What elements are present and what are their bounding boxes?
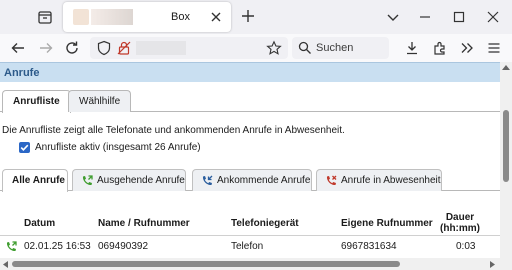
search-input: Suchen bbox=[316, 42, 354, 54]
table-row[interactable]: 02.01.25 16:53 069490392 Telefon 6967831… bbox=[0, 237, 500, 257]
close-icon[interactable] bbox=[208, 9, 224, 25]
minimize-icon[interactable] bbox=[418, 10, 432, 24]
tab-alle-anrufe[interactable]: Alle Anrufe bbox=[2, 169, 68, 192]
cell-datum: 02.01.25 16:53 bbox=[24, 241, 91, 252]
tab-label: Ankommende Anrufe bbox=[217, 175, 311, 186]
scroll-left-arrow-icon[interactable] bbox=[2, 261, 8, 268]
new-tab-icon[interactable] bbox=[240, 8, 256, 24]
scroll-up-arrow-icon[interactable] bbox=[502, 64, 510, 70]
browser-tabstrip: Box bbox=[0, 0, 512, 34]
horizontal-scroll-thumb[interactable] bbox=[12, 261, 400, 267]
scroll-right-arrow-icon[interactable] bbox=[490, 261, 496, 268]
maximize-icon[interactable] bbox=[452, 10, 466, 24]
table-header: Datum Name / Rufnummer Telefoniegerät Ei… bbox=[0, 212, 500, 236]
forward-icon[interactable] bbox=[38, 40, 54, 56]
browser-tab-active[interactable]: Box bbox=[63, 2, 231, 32]
incoming-call-icon bbox=[200, 174, 214, 188]
tab-label: Alle Anrufe bbox=[12, 175, 65, 186]
extensions-icon[interactable] bbox=[432, 40, 448, 56]
overflow-chevrons-icon[interactable] bbox=[459, 40, 475, 56]
search-box[interactable]: Suchen bbox=[292, 37, 389, 59]
section-header: Anrufe bbox=[0, 62, 500, 82]
page-title: Anrufe bbox=[4, 67, 40, 79]
tab-title: Box bbox=[171, 11, 190, 23]
bookmark-star-icon[interactable] bbox=[266, 40, 282, 56]
call-filter-tabs: Alle Anrufe Ausgehende Anrufe Ankommende… bbox=[0, 169, 500, 192]
dauer-header-line1: Dauer bbox=[445, 212, 475, 223]
chevron-down-icon[interactable] bbox=[386, 10, 400, 24]
dauer-header-line2: (hh:mm) bbox=[440, 223, 480, 234]
cell-dauer: 0:03 bbox=[456, 241, 476, 252]
window-close-icon[interactable] bbox=[486, 10, 500, 24]
tab-ausgehende-anrufe[interactable]: Ausgehende Anrufe bbox=[72, 169, 186, 191]
favicon-icon bbox=[73, 9, 89, 25]
scrollbar-corner bbox=[500, 258, 512, 270]
insecure-lock-icon[interactable] bbox=[116, 40, 132, 56]
function-tabs: Anrufliste Wählhilfe bbox=[0, 90, 500, 113]
back-icon[interactable] bbox=[10, 40, 26, 56]
cell-eigene-rufnummer: 6967831634 bbox=[341, 241, 397, 252]
vertical-scroll-thumb[interactable] bbox=[503, 110, 509, 182]
tab-label: Ausgehende Anrufe bbox=[97, 175, 185, 186]
vertical-scrollbar[interactable] bbox=[500, 62, 512, 258]
missed-call-icon bbox=[324, 174, 338, 188]
description-text: Die Anrufliste zeigt alle Telefonate und… bbox=[2, 125, 345, 136]
tab-anrufliste[interactable]: Anrufliste bbox=[2, 90, 71, 113]
tab-label: Anrufe in Abwesenheit bbox=[341, 175, 441, 186]
column-header-geraet[interactable]: Telefoniegerät bbox=[231, 218, 299, 229]
tab-ankommende-anrufe[interactable]: Ankommende Anrufe bbox=[192, 169, 312, 191]
tab-list-icon[interactable] bbox=[36, 8, 54, 26]
tab-title-redacted bbox=[91, 9, 133, 25]
url-bar[interactable] bbox=[90, 37, 288, 59]
cell-geraet: Telefon bbox=[231, 241, 264, 252]
horizontal-scrollbar[interactable] bbox=[0, 258, 500, 270]
download-icon[interactable] bbox=[404, 40, 420, 56]
reload-icon[interactable] bbox=[64, 40, 80, 56]
column-header-name[interactable]: Name / Rufnummer bbox=[98, 218, 190, 229]
outgoing-call-icon bbox=[80, 174, 94, 188]
cell-name[interactable]: 069490392 bbox=[98, 241, 148, 252]
page-content: Anrufe Anrufliste Wählhilfe Die Anruflis… bbox=[0, 62, 500, 258]
tab-waehlhilfe[interactable]: Wählhilfe bbox=[68, 90, 132, 112]
shield-icon[interactable] bbox=[96, 40, 112, 56]
column-header-dauer[interactable]: Dauer (hh:mm) bbox=[432, 212, 488, 234]
hamburger-menu-icon[interactable] bbox=[486, 40, 502, 56]
calllist-active-checkbox[interactable] bbox=[19, 142, 30, 153]
browser-navbar: Suchen bbox=[0, 34, 512, 62]
outgoing-call-icon bbox=[4, 240, 18, 254]
search-icon bbox=[298, 41, 312, 55]
url-redacted bbox=[136, 41, 186, 55]
tab-anrufe-in-abwesenheit[interactable]: Anrufe in Abwesenheit bbox=[316, 169, 442, 191]
column-header-eigene-rufnummer[interactable]: Eigene Rufnummer bbox=[341, 218, 433, 229]
calllist-active-label: Anrufliste aktiv (insgesamt 26 Anrufe) bbox=[35, 142, 201, 153]
column-header-datum[interactable]: Datum bbox=[24, 218, 55, 229]
